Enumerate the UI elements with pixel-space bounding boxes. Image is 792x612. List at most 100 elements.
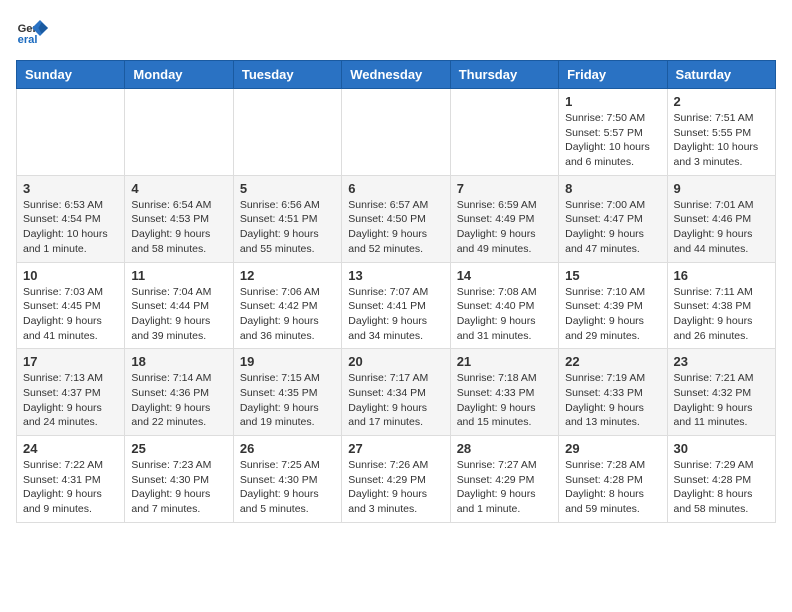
day-number: 11 bbox=[131, 268, 226, 283]
calendar-week-row: 10 Sunrise: 7:03 AM Sunset: 4:45 PM Dayli… bbox=[17, 262, 776, 349]
day-number: 15 bbox=[565, 268, 660, 283]
day-info: Sunrise: 6:54 AM Sunset: 4:53 PM Dayligh… bbox=[131, 198, 226, 257]
day-info: Sunrise: 7:06 AM Sunset: 4:42 PM Dayligh… bbox=[240, 285, 335, 344]
day-number: 17 bbox=[23, 354, 118, 369]
day-info: Sunrise: 7:10 AM Sunset: 4:39 PM Dayligh… bbox=[565, 285, 660, 344]
calendar-week-row: 1Sunrise: 7:50 AM Sunset: 5:57 PM Daylig… bbox=[17, 89, 776, 176]
day-number: 23 bbox=[674, 354, 769, 369]
day-number: 7 bbox=[457, 181, 552, 196]
day-number: 16 bbox=[674, 268, 769, 283]
calendar-cell: 16 Sunrise: 7:11 AM Sunset: 4:38 PM Dayli… bbox=[667, 262, 775, 349]
day-header: Tuesday bbox=[233, 61, 341, 89]
day-number: 21 bbox=[457, 354, 552, 369]
day-number: 9 bbox=[674, 181, 769, 196]
calendar-cell: 19 Sunrise: 7:15 AM Sunset: 4:35 PM Dayli… bbox=[233, 349, 341, 436]
day-info: Sunrise: 7:04 AM Sunset: 4:44 PM Dayligh… bbox=[131, 285, 226, 344]
day-number: 14 bbox=[457, 268, 552, 283]
calendar-week-row: 17 Sunrise: 7:13 AM Sunset: 4:37 PM Dayli… bbox=[17, 349, 776, 436]
day-info: Sunrise: 7:08 AM Sunset: 4:40 PM Dayligh… bbox=[457, 285, 552, 344]
day-info: Sunrise: 7:27 AM Sunset: 4:29 PM Dayligh… bbox=[457, 458, 552, 517]
svg-text:eral: eral bbox=[18, 34, 38, 46]
calendar-cell: 23Sunrise: 7:21 AM Sunset: 4:32 PM Dayli… bbox=[667, 349, 775, 436]
calendar-cell bbox=[125, 89, 233, 176]
day-info: Sunrise: 6:53 AM Sunset: 4:54 PM Dayligh… bbox=[23, 198, 118, 257]
calendar-week-row: 3 Sunrise: 6:53 AM Sunset: 4:54 PM Daylig… bbox=[17, 175, 776, 262]
calendar-cell: 12Sunrise: 7:06 AM Sunset: 4:42 PM Dayli… bbox=[233, 262, 341, 349]
day-info: Sunrise: 7:19 AM Sunset: 4:33 PM Dayligh… bbox=[565, 371, 660, 430]
day-header: Saturday bbox=[667, 61, 775, 89]
page-header: Gen eral bbox=[16, 16, 776, 48]
calendar-cell: 18Sunrise: 7:14 AM Sunset: 4:36 PM Dayli… bbox=[125, 349, 233, 436]
logo-icon: Gen eral bbox=[16, 16, 48, 48]
calendar-cell: 24Sunrise: 7:22 AM Sunset: 4:31 PM Dayli… bbox=[17, 436, 125, 523]
day-info: Sunrise: 6:57 AM Sunset: 4:50 PM Dayligh… bbox=[348, 198, 443, 257]
day-info: Sunrise: 6:59 AM Sunset: 4:49 PM Dayligh… bbox=[457, 198, 552, 257]
day-header: Monday bbox=[125, 61, 233, 89]
day-info: Sunrise: 7:28 AM Sunset: 4:28 PM Dayligh… bbox=[565, 458, 660, 517]
calendar-cell: 26 Sunrise: 7:25 AM Sunset: 4:30 PM Dayli… bbox=[233, 436, 341, 523]
calendar-cell: 14 Sunrise: 7:08 AM Sunset: 4:40 PM Dayli… bbox=[450, 262, 558, 349]
day-number: 20 bbox=[348, 354, 443, 369]
day-number: 27 bbox=[348, 441, 443, 456]
day-info: Sunrise: 7:25 AM Sunset: 4:30 PM Dayligh… bbox=[240, 458, 335, 517]
day-info: Sunrise: 7:03 AM Sunset: 4:45 PM Dayligh… bbox=[23, 285, 118, 344]
calendar-cell: 21 Sunrise: 7:18 AM Sunset: 4:33 PM Dayli… bbox=[450, 349, 558, 436]
calendar-cell: 2Sunrise: 7:51 AM Sunset: 5:55 PM Daylig… bbox=[667, 89, 775, 176]
day-info: Sunrise: 7:00 AM Sunset: 4:47 PM Dayligh… bbox=[565, 198, 660, 257]
day-header: Sunday bbox=[17, 61, 125, 89]
day-number: 6 bbox=[348, 181, 443, 196]
day-number: 3 bbox=[23, 181, 118, 196]
calendar-cell: 28 Sunrise: 7:27 AM Sunset: 4:29 PM Dayli… bbox=[450, 436, 558, 523]
day-info: Sunrise: 7:51 AM Sunset: 5:55 PM Dayligh… bbox=[674, 111, 769, 170]
day-number: 19 bbox=[240, 354, 335, 369]
day-number: 10 bbox=[23, 268, 118, 283]
calendar-cell: 29 Sunrise: 7:28 AM Sunset: 4:28 PM Dayli… bbox=[559, 436, 667, 523]
calendar-cell: 11 Sunrise: 7:04 AM Sunset: 4:44 PM Dayli… bbox=[125, 262, 233, 349]
calendar-cell: 15 Sunrise: 7:10 AM Sunset: 4:39 PM Dayli… bbox=[559, 262, 667, 349]
calendar-cell: 25 Sunrise: 7:23 AM Sunset: 4:30 PM Dayli… bbox=[125, 436, 233, 523]
calendar-cell bbox=[233, 89, 341, 176]
calendar-cell: 13 Sunrise: 7:07 AM Sunset: 4:41 PM Dayli… bbox=[342, 262, 450, 349]
calendar-cell bbox=[342, 89, 450, 176]
calendar-cell: 27 Sunrise: 7:26 AM Sunset: 4:29 PM Dayli… bbox=[342, 436, 450, 523]
day-info: Sunrise: 7:17 AM Sunset: 4:34 PM Dayligh… bbox=[348, 371, 443, 430]
day-number: 22 bbox=[565, 354, 660, 369]
calendar-cell: 4Sunrise: 6:54 AM Sunset: 4:53 PM Daylig… bbox=[125, 175, 233, 262]
calendar-table: SundayMondayTuesdayWednesdayThursdayFrid… bbox=[16, 60, 776, 523]
calendar-cell: 3 Sunrise: 6:53 AM Sunset: 4:54 PM Daylig… bbox=[17, 175, 125, 262]
day-info: Sunrise: 7:14 AM Sunset: 4:36 PM Dayligh… bbox=[131, 371, 226, 430]
day-info: Sunrise: 7:01 AM Sunset: 4:46 PM Dayligh… bbox=[674, 198, 769, 257]
day-info: Sunrise: 7:07 AM Sunset: 4:41 PM Dayligh… bbox=[348, 285, 443, 344]
logo: Gen eral bbox=[16, 16, 52, 48]
calendar-cell bbox=[17, 89, 125, 176]
day-header: Friday bbox=[559, 61, 667, 89]
day-number: 30 bbox=[674, 441, 769, 456]
calendar-cell: 6 Sunrise: 6:57 AM Sunset: 4:50 PM Daylig… bbox=[342, 175, 450, 262]
calendar-cell: 10 Sunrise: 7:03 AM Sunset: 4:45 PM Dayli… bbox=[17, 262, 125, 349]
day-number: 26 bbox=[240, 441, 335, 456]
day-info: Sunrise: 7:15 AM Sunset: 4:35 PM Dayligh… bbox=[240, 371, 335, 430]
day-info: Sunrise: 7:13 AM Sunset: 4:37 PM Dayligh… bbox=[23, 371, 118, 430]
day-number: 28 bbox=[457, 441, 552, 456]
day-header: Thursday bbox=[450, 61, 558, 89]
day-info: Sunrise: 7:50 AM Sunset: 5:57 PM Dayligh… bbox=[565, 111, 660, 170]
day-info: Sunrise: 7:26 AM Sunset: 4:29 PM Dayligh… bbox=[348, 458, 443, 517]
calendar-cell: 20 Sunrise: 7:17 AM Sunset: 4:34 PM Dayli… bbox=[342, 349, 450, 436]
calendar-cell: 5 Sunrise: 6:56 AM Sunset: 4:51 PM Daylig… bbox=[233, 175, 341, 262]
day-info: Sunrise: 7:18 AM Sunset: 4:33 PM Dayligh… bbox=[457, 371, 552, 430]
day-number: 5 bbox=[240, 181, 335, 196]
day-info: Sunrise: 7:23 AM Sunset: 4:30 PM Dayligh… bbox=[131, 458, 226, 517]
day-info: Sunrise: 6:56 AM Sunset: 4:51 PM Dayligh… bbox=[240, 198, 335, 257]
day-number: 8 bbox=[565, 181, 660, 196]
day-number: 29 bbox=[565, 441, 660, 456]
calendar-header-row: SundayMondayTuesdayWednesdayThursdayFrid… bbox=[17, 61, 776, 89]
day-number: 24 bbox=[23, 441, 118, 456]
day-info: Sunrise: 7:11 AM Sunset: 4:38 PM Dayligh… bbox=[674, 285, 769, 344]
day-number: 25 bbox=[131, 441, 226, 456]
calendar-cell: 7 Sunrise: 6:59 AM Sunset: 4:49 PM Daylig… bbox=[450, 175, 558, 262]
day-number: 13 bbox=[348, 268, 443, 283]
day-header: Wednesday bbox=[342, 61, 450, 89]
day-info: Sunrise: 7:29 AM Sunset: 4:28 PM Dayligh… bbox=[674, 458, 769, 517]
calendar-cell: 9 Sunrise: 7:01 AM Sunset: 4:46 PM Daylig… bbox=[667, 175, 775, 262]
calendar-cell: 8 Sunrise: 7:00 AM Sunset: 4:47 PM Daylig… bbox=[559, 175, 667, 262]
